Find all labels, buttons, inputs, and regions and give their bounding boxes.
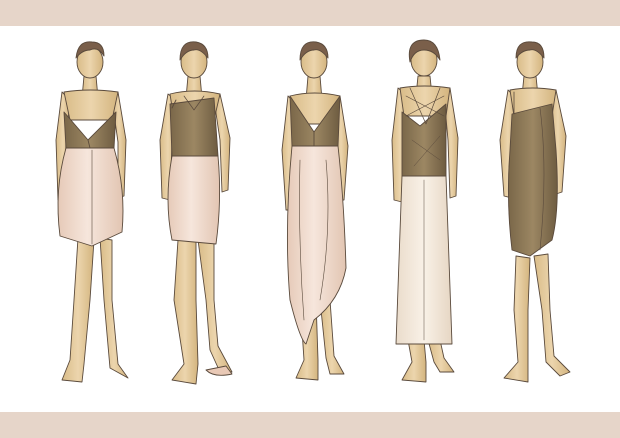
figure-4 <box>391 39 459 383</box>
figure-3 <box>281 41 349 381</box>
figure-2 <box>159 41 233 385</box>
figure-5 <box>499 41 571 383</box>
figure-1 <box>55 41 129 383</box>
fashion-illustration <box>55 39 571 385</box>
